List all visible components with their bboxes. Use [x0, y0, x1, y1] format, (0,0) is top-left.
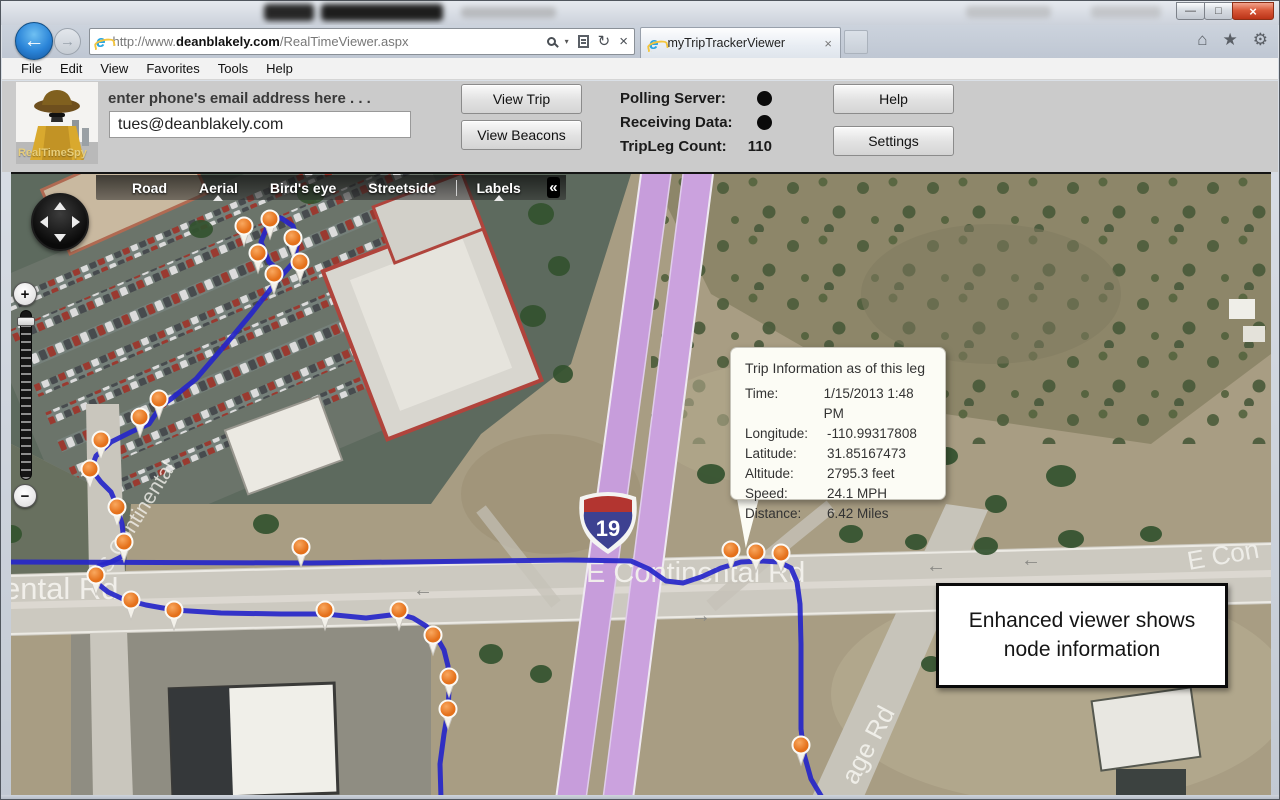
- ie-logo-icon: e: [96, 33, 105, 50]
- window-bottom-edge: [1, 795, 1279, 799]
- redacted-title-text: [966, 6, 1051, 18]
- annotation-box: Enhanced viewer shows node information: [936, 583, 1228, 688]
- ie-logo-icon: e: [649, 35, 658, 52]
- map-compass[interactable]: [31, 193, 89, 251]
- menu-bar: File Edit View Favorites Tools Help: [2, 58, 1278, 80]
- trip-distance-label: Distance:: [745, 504, 827, 524]
- tripleg-count-value: 110: [748, 138, 772, 155]
- map-canvas[interactable]: ← ← ← →: [11, 174, 1271, 797]
- map-mode-bar: Road Aerial Bird's eye Streetside Labels…: [96, 175, 566, 200]
- map: ← ← ← →: [11, 172, 1271, 797]
- redacted-title-text: [1091, 6, 1161, 18]
- road-arrow: →: [691, 605, 711, 627]
- redacted-title-text: [321, 4, 443, 21]
- browser-navbar: ← → e http://www.deanblakely.com/RealTim…: [2, 25, 1278, 58]
- polling-server-indicator: [757, 91, 772, 106]
- menu-tools[interactable]: Tools: [209, 59, 257, 78]
- polling-server-label: Polling Server:: [620, 90, 726, 107]
- tools-gear-icon[interactable]: ⚙: [1253, 30, 1268, 50]
- close-button[interactable]: ×: [1232, 2, 1274, 20]
- trip-latitude-label: Latitude:: [745, 444, 827, 464]
- trip-latitude-value: 31.85167473: [827, 444, 906, 464]
- email-label: enter phone's email address here . . .: [108, 90, 371, 107]
- browser-tab[interactable]: e myTripTrackerViewer ×: [640, 27, 841, 58]
- logo-label: RealTimeSpy: [18, 147, 87, 159]
- pan-right-icon[interactable]: [72, 216, 80, 228]
- address-bar[interactable]: e http://www.deanblakely.com/RealTimeVie…: [89, 28, 635, 55]
- trip-distance-value: 6.42 Miles: [827, 504, 889, 524]
- pan-left-icon[interactable]: [40, 216, 48, 228]
- zoom-slider-handle[interactable]: [17, 317, 35, 326]
- view-trip-button[interactable]: View Trip: [461, 84, 582, 114]
- road-arrow: ←: [413, 579, 433, 601]
- refresh-icon[interactable]: ↻: [598, 34, 611, 49]
- help-button[interactable]: Help: [833, 84, 954, 114]
- collapse-bar-button[interactable]: «: [547, 177, 560, 198]
- annotation-text: Enhanced viewer shows node information: [965, 607, 1199, 664]
- trip-info-title: Trip Information as of this leg: [745, 360, 933, 376]
- trip-time-label: Time:: [745, 384, 824, 424]
- receiving-data-label: Receiving Data:: [620, 114, 733, 131]
- maximize-button[interactable]: □: [1204, 2, 1233, 20]
- receiving-data-indicator: [757, 115, 772, 130]
- tripleg-count-label: TripLeg Count:: [620, 138, 727, 155]
- home-icon[interactable]: ⌂: [1197, 30, 1207, 50]
- zoom-in-button[interactable]: +: [13, 282, 37, 306]
- map-mode-streetside[interactable]: Streetside: [352, 180, 452, 196]
- forward-icon: →: [60, 33, 75, 50]
- favorites-star-icon[interactable]: ★: [1223, 30, 1238, 50]
- menu-favorites[interactable]: Favorites: [137, 59, 208, 78]
- stop-icon[interactable]: ×: [619, 34, 628, 49]
- compatibility-view-icon[interactable]: [578, 35, 589, 48]
- view-beacons-button[interactable]: View Beacons: [461, 120, 582, 150]
- search-icon[interactable]: [547, 37, 556, 46]
- tab-title: myTripTrackerViewer: [667, 36, 824, 50]
- zoom-out-button[interactable]: −: [13, 484, 37, 508]
- pan-down-icon[interactable]: [54, 234, 66, 242]
- browser-window: — □ × ← → e http://www.deanblakely.com/R…: [0, 0, 1280, 800]
- back-icon: ←: [24, 29, 45, 53]
- road-arrow: ←: [926, 555, 946, 577]
- map-mode-birdseye[interactable]: Bird's eye: [254, 180, 352, 196]
- trip-info-tooltip: Trip Information as of this leg Time:1/1…: [730, 347, 946, 500]
- road-arrow: ←: [1021, 549, 1041, 571]
- trip-time-value: 1/15/2013 1:48 PM: [824, 384, 933, 424]
- email-input[interactable]: [109, 111, 411, 138]
- menu-file[interactable]: File: [12, 59, 51, 78]
- menu-view[interactable]: View: [91, 59, 137, 78]
- redacted-title-text: [461, 7, 556, 18]
- new-tab-button[interactable]: [844, 30, 868, 54]
- trip-speed-label: Speed:: [745, 484, 827, 504]
- trip-altitude-label: Altitude:: [745, 464, 827, 484]
- dropdown-notch-icon: [213, 195, 223, 201]
- trip-longitude-value: -110.99317808: [827, 424, 917, 444]
- settings-button[interactable]: Settings: [833, 126, 954, 156]
- map-mode-road[interactable]: Road: [116, 180, 183, 196]
- trip-altitude-value: 2795.3 feet: [827, 464, 895, 484]
- trip-speed-value: 24.1 MPH: [827, 484, 887, 504]
- map-mode-aerial[interactable]: Aerial: [183, 180, 254, 196]
- minimize-button[interactable]: —: [1176, 2, 1205, 20]
- menu-edit[interactable]: Edit: [51, 59, 91, 78]
- shield-number: 19: [596, 516, 620, 541]
- tab-close-icon[interactable]: ×: [824, 36, 832, 51]
- zoom-control: + −: [13, 282, 39, 508]
- url-text: http://www.deanblakely.com/RealTimeViewe…: [112, 34, 546, 49]
- dropdown-notch-icon: [494, 195, 504, 201]
- search-dropdown-icon[interactable]: ▾: [565, 37, 569, 46]
- redacted-title-text: [264, 4, 314, 21]
- window-titlebar[interactable]: — □ ×: [1, 1, 1279, 25]
- forward-button[interactable]: →: [54, 28, 81, 55]
- back-button[interactable]: ←: [15, 22, 53, 60]
- zoom-slider[interactable]: [20, 310, 32, 480]
- pan-up-icon[interactable]: [54, 202, 66, 210]
- map-mode-labels[interactable]: Labels: [460, 180, 536, 196]
- menu-help[interactable]: Help: [257, 59, 302, 78]
- trip-longitude-label: Longitude:: [745, 424, 827, 444]
- app-header: RealTimeSpy enter phone's email address …: [2, 81, 1278, 172]
